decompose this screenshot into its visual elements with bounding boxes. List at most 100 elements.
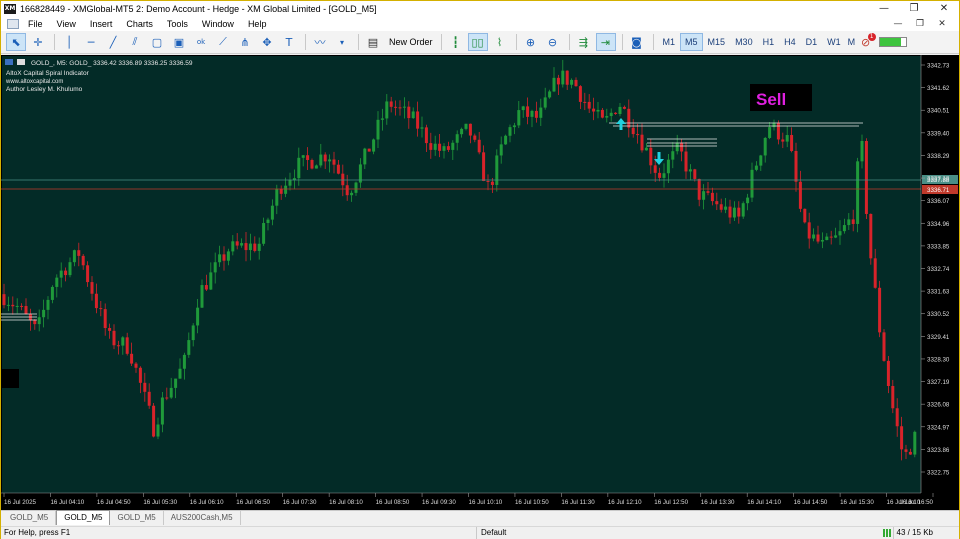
notifications-icon[interactable]: ⊘ 1	[856, 33, 876, 51]
candle-body	[204, 285, 208, 290]
channel-icon[interactable]: ⫽	[125, 33, 145, 51]
screenshot-icon[interactable]: ◙	[627, 33, 647, 51]
candle-body	[820, 240, 824, 242]
candle-body	[284, 185, 288, 194]
chart-tab[interactable]: GOLD_M5	[3, 511, 57, 525]
candle-body	[187, 340, 191, 355]
crosshair-icon[interactable]: ✛	[28, 33, 48, 51]
chart-shift-icon[interactable]: ⇥	[595, 33, 616, 51]
label-icon[interactable]: ok	[191, 33, 211, 51]
candle-body	[240, 243, 244, 246]
time-tick-label: 16 Jul 16:50	[899, 499, 933, 506]
candle-body	[882, 332, 886, 361]
child-minimize-button[interactable]: —	[887, 17, 909, 31]
timeframe-m30[interactable]: M30	[730, 33, 758, 51]
trendline-icon[interactable]: ╱	[103, 33, 123, 51]
document-icon[interactable]	[7, 19, 19, 29]
new-order-icon[interactable]: ▤	[363, 33, 383, 51]
candle-body	[464, 123, 468, 129]
chart-tab-active[interactable]: GOLD_M5	[56, 510, 111, 525]
timeframe-m5[interactable]: M5	[680, 33, 703, 51]
child-close-button[interactable]: ✕	[931, 17, 953, 31]
chart-tab[interactable]: GOLD_M5	[110, 511, 164, 525]
candle-body	[728, 206, 732, 218]
candle-body	[328, 159, 332, 162]
chart-type-icon[interactable]: ▾	[332, 33, 352, 51]
candle-body	[627, 108, 631, 128]
indicators-icon[interactable]: 〰	[310, 33, 330, 51]
price-chart[interactable]: 3337.88 3336.71 Sell 3342.73 3341.62 3340.51…	[1, 55, 959, 510]
menu-tools[interactable]: Tools	[160, 17, 195, 31]
candle-body	[878, 287, 882, 333]
menu-insert[interactable]: Insert	[83, 17, 120, 31]
autoscroll-icon[interactable]: ⇶	[574, 33, 594, 51]
indicator-site: www.altoxcapital.com	[5, 79, 63, 85]
chart-type-badge-icon	[17, 59, 25, 65]
menu-charts[interactable]: Charts	[119, 17, 160, 31]
cursor-icon[interactable]: ⬉	[6, 33, 26, 51]
timeframe-d1[interactable]: D1	[801, 33, 823, 51]
candle-body	[653, 165, 657, 173]
candlestick-icon[interactable]: ▯▯	[467, 33, 488, 51]
chart-tab[interactable]: AUS200Cash,M5	[164, 511, 241, 525]
timeframe-m1[interactable]: M1	[658, 33, 681, 51]
candle-body	[539, 107, 543, 118]
shapes-icon[interactable]: ▢	[147, 33, 167, 51]
plot-area[interactable]	[2, 56, 921, 493]
horizontal-line-icon[interactable]: ─	[81, 33, 101, 51]
candle-body	[719, 204, 723, 210]
bar-chart-icon[interactable]: ┇	[446, 33, 466, 51]
minimize-button[interactable]: —	[869, 1, 899, 17]
pitchfork-icon[interactable]: ⋔	[235, 33, 255, 51]
candle-body	[451, 142, 455, 150]
candle-body	[895, 408, 899, 427]
indicator-author: Author Lesley M. Khulumo	[6, 86, 83, 93]
candle-body	[429, 143, 433, 150]
candle-body	[886, 360, 890, 387]
candle-body	[77, 250, 81, 256]
toolbar-divider	[358, 34, 359, 50]
candle-body	[257, 243, 261, 251]
maximize-button[interactable]: ❐	[899, 1, 929, 17]
candle-body	[354, 182, 358, 193]
candle-body	[622, 106, 626, 109]
timeframe-mn[interactable]: MN	[846, 33, 856, 51]
candle-body	[693, 169, 697, 179]
menu-file[interactable]: File	[21, 17, 50, 31]
candle-body	[350, 192, 354, 196]
vertical-line-icon[interactable]: │	[59, 33, 79, 51]
status-profile[interactable]: Default	[476, 527, 666, 539]
menu-view[interactable]: View	[50, 17, 83, 31]
timeframe-m15[interactable]: M15	[703, 33, 731, 51]
candle-body	[108, 328, 112, 331]
connection-bars-icon	[883, 529, 891, 537]
timeframe-h4[interactable]: H4	[779, 33, 801, 51]
candle-body	[248, 243, 252, 251]
price-tick-label: 3322.75	[927, 470, 950, 477]
new-order-button[interactable]: New Order	[385, 33, 437, 51]
candle-body	[270, 205, 274, 220]
candle-body	[226, 251, 230, 261]
candle-body	[508, 127, 512, 136]
candle-body	[578, 86, 582, 102]
fibonacci-icon[interactable]: ⟋	[213, 33, 233, 51]
timeframe-w1[interactable]: W1	[822, 33, 846, 51]
candle-body	[336, 164, 340, 174]
image-icon[interactable]: ▣	[169, 33, 189, 51]
candle-body	[680, 142, 684, 152]
zoom-out-icon[interactable]: ⊖	[543, 33, 563, 51]
line-chart-icon[interactable]: ⌇	[490, 33, 510, 51]
arrows-icon[interactable]: ✥	[257, 33, 277, 51]
candle-body	[829, 236, 833, 238]
child-restore-button[interactable]: ❐	[909, 17, 931, 31]
toolbar-divider	[515, 34, 517, 50]
candle-body	[112, 330, 116, 346]
menu-window[interactable]: Window	[195, 17, 241, 31]
close-button[interactable]: ✕	[929, 1, 959, 17]
menu-help[interactable]: Help	[241, 17, 274, 31]
candle-body	[759, 155, 763, 166]
title-bar[interactable]: XM 166828449 - XMGlobal-MT5 2: Demo Acco…	[1, 1, 959, 17]
zoom-in-icon[interactable]: ⊕	[521, 33, 541, 51]
text-tool-icon[interactable]: T	[279, 33, 299, 51]
timeframe-h1[interactable]: H1	[758, 33, 780, 51]
